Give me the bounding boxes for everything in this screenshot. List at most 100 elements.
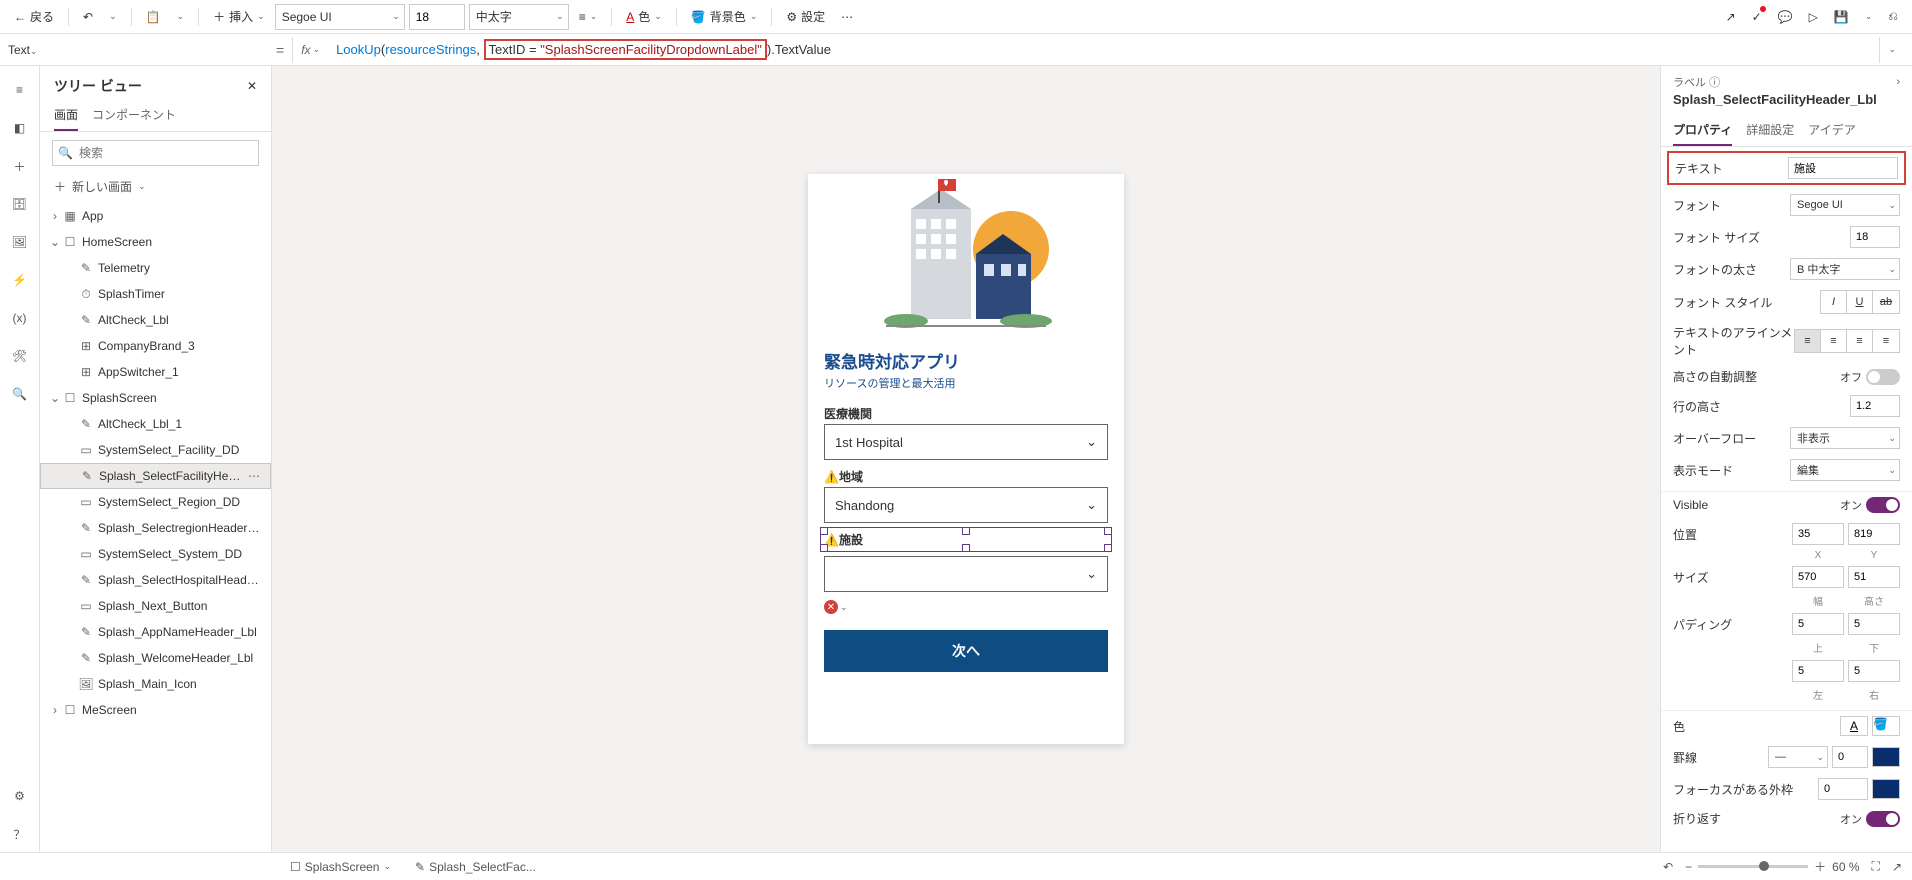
- lineheight-input[interactable]: [1850, 395, 1900, 417]
- tree-node[interactable]: ✎Splash_AppNameHeader_Lbl: [40, 619, 271, 645]
- overflow-button[interactable]: ⋯: [835, 4, 859, 30]
- undo-button[interactable]: ↶: [77, 4, 99, 30]
- tree-node[interactable]: ✎Splash_SelectregionHeader_Lbl: [40, 515, 271, 541]
- pad-bottom-input[interactable]: [1848, 613, 1900, 635]
- selected-control[interactable]: ⚠️施設: [824, 531, 1108, 548]
- rail-hamburger[interactable]: ≡: [2, 72, 38, 108]
- w-input[interactable]: [1792, 566, 1844, 588]
- tree-node[interactable]: ✎Splash_SelectFacilityHeader_Lbl⋯: [40, 463, 271, 489]
- tree-node[interactable]: ›☐MeScreen: [40, 697, 271, 723]
- align-button[interactable]: ≡ ⌄: [573, 4, 604, 30]
- expand-icon[interactable]: ›: [48, 703, 62, 717]
- paste-button[interactable]: 📋: [140, 4, 167, 30]
- weight-select[interactable]: B 中太字⌄: [1790, 258, 1900, 280]
- save-button[interactable]: 💾: [1828, 4, 1855, 30]
- expand-icon[interactable]: ›: [48, 209, 62, 223]
- formula-expand-button[interactable]: ⌄: [1879, 37, 1904, 63]
- tab-ideas[interactable]: アイデア: [1808, 115, 1855, 146]
- status-screen[interactable]: ☐ SplashScreen ⌄: [284, 858, 397, 876]
- font-size-input[interactable]: [409, 4, 465, 30]
- zoom-in[interactable]: ＋: [1814, 858, 1826, 875]
- new-screen-button[interactable]: ＋ 新しい画面 ⌄: [40, 174, 271, 203]
- bg-color-button[interactable]: 🪣 背景色 ⌄: [685, 4, 764, 30]
- tab-components[interactable]: コンポーネント: [92, 100, 176, 131]
- search-input[interactable]: [52, 140, 259, 166]
- preview-button[interactable]: ▷: [1803, 4, 1824, 30]
- tree-node[interactable]: ✎Splash_SelectHospitalHeader_Lbl: [40, 567, 271, 593]
- tree-node[interactable]: ✎AltCheck_Lbl: [40, 307, 271, 333]
- tab-screens[interactable]: 画面: [54, 100, 78, 131]
- align-segment[interactable]: ≡≡≡≡: [1794, 329, 1900, 353]
- fit-button[interactable]: ⛶: [1872, 859, 1880, 874]
- tree-node[interactable]: ✎AltCheck_Lbl_1: [40, 411, 271, 437]
- tree-node[interactable]: ▭SystemSelect_System_DD: [40, 541, 271, 567]
- popout-button[interactable]: ↗: [1892, 860, 1902, 874]
- rail-media[interactable]: 🖼: [2, 224, 38, 260]
- font-select[interactable]: Segoe UI⌄: [1790, 194, 1900, 216]
- pad-right-input[interactable]: [1848, 660, 1900, 682]
- x-input[interactable]: [1792, 523, 1844, 545]
- rail-tree[interactable]: ◧: [2, 110, 38, 146]
- tree-node[interactable]: ⏱SplashTimer: [40, 281, 271, 307]
- font-color-button[interactable]: A 色 ⌄: [620, 4, 668, 30]
- visible-toggle[interactable]: [1866, 497, 1900, 513]
- tree-node[interactable]: ▭Splash_Next_Button: [40, 593, 271, 619]
- close-panel-button[interactable]: ✕: [247, 79, 257, 93]
- font-family-select[interactable]: Segoe UI⌄: [275, 4, 405, 30]
- tree-node[interactable]: ⊞CompanyBrand_3: [40, 333, 271, 359]
- fill-color-button[interactable]: 🪣: [1872, 716, 1900, 736]
- rail-insert[interactable]: ＋: [2, 148, 38, 184]
- status-control[interactable]: ✎ Splash_SelectFac...: [409, 858, 542, 876]
- fx-button[interactable]: fx⌄: [292, 37, 328, 63]
- tree-node[interactable]: ⌄☐HomeScreen: [40, 229, 271, 255]
- text-input[interactable]: [1788, 157, 1898, 179]
- rail-advanced[interactable]: 🛠: [2, 338, 38, 374]
- zoom-control[interactable]: − ＋ 60 %: [1685, 858, 1859, 875]
- h-input[interactable]: [1848, 566, 1900, 588]
- border-width[interactable]: [1832, 746, 1868, 768]
- expand-icon[interactable]: ⌄: [48, 235, 62, 249]
- comments-button[interactable]: 💬: [1772, 4, 1799, 30]
- checker-button[interactable]: ✓: [1746, 4, 1768, 30]
- control-name[interactable]: Splash_SelectFacilityHeader_Lbl: [1661, 92, 1912, 115]
- displaymode-select[interactable]: 編集⌄: [1790, 459, 1900, 481]
- error-indicator[interactable]: ✕ ⌄: [808, 594, 1124, 614]
- next-button[interactable]: 次へ: [824, 630, 1108, 672]
- focus-border-color[interactable]: [1872, 779, 1900, 799]
- hospital-dropdown[interactable]: 1st Hospital⌄: [824, 424, 1108, 460]
- font-weight-select[interactable]: 中太字⌄: [469, 4, 569, 30]
- expand-icon[interactable]: ⌄: [48, 391, 62, 405]
- back-button[interactable]: ← 戻る: [8, 4, 60, 30]
- border-style[interactable]: —⌄: [1768, 746, 1828, 768]
- undo-status[interactable]: ↶: [1663, 860, 1673, 874]
- property-select[interactable]: Text⌄: [8, 43, 268, 57]
- rail-search[interactable]: 🔍: [2, 376, 38, 412]
- facility-dropdown[interactable]: ⌄: [824, 556, 1108, 592]
- region-dropdown[interactable]: Shandong⌄: [824, 487, 1108, 523]
- formula-input[interactable]: LookUp(resourceStrings, TextID = "Splash…: [336, 37, 1871, 63]
- rail-settings[interactable]: ⚙: [2, 778, 38, 814]
- border-color[interactable]: [1872, 747, 1900, 767]
- pad-top-input[interactable]: [1792, 613, 1844, 635]
- more-button[interactable]: ⋯: [244, 469, 264, 483]
- tab-properties[interactable]: プロパティ: [1673, 115, 1732, 146]
- tree-node[interactable]: ▭SystemSelect_Facility_DD: [40, 437, 271, 463]
- focus-border-width[interactable]: [1818, 778, 1868, 800]
- tree-node[interactable]: ✎Telemetry: [40, 255, 271, 281]
- settings-button[interactable]: ⚙ 設定: [780, 4, 831, 30]
- rail-help[interactable]: ？: [2, 816, 38, 852]
- y-input[interactable]: [1848, 523, 1900, 545]
- overflow-select[interactable]: 非表示⌄: [1790, 427, 1900, 449]
- style-segment[interactable]: IUab: [1820, 290, 1900, 314]
- paste-dropdown[interactable]: ⌄: [171, 4, 191, 30]
- share-button[interactable]: ↗: [1720, 4, 1742, 30]
- save-dropdown[interactable]: ⌄: [1859, 4, 1879, 30]
- zoom-out[interactable]: −: [1685, 860, 1692, 874]
- tree-node[interactable]: ▭SystemSelect_Region_DD: [40, 489, 271, 515]
- canvas[interactable]: 緊急時対応アプリ リソースの管理と最大活用 医療機関 1st Hospital⌄…: [272, 66, 1660, 852]
- publish-button[interactable]: ⎌: [1882, 4, 1904, 30]
- tree-node[interactable]: ✎Splash_WelcomeHeader_Lbl: [40, 645, 271, 671]
- insert-button[interactable]: ＋ 挿入 ⌄: [207, 4, 271, 30]
- text-color-button[interactable]: A: [1840, 716, 1868, 736]
- info-icon[interactable]: ⓘ: [1709, 77, 1720, 89]
